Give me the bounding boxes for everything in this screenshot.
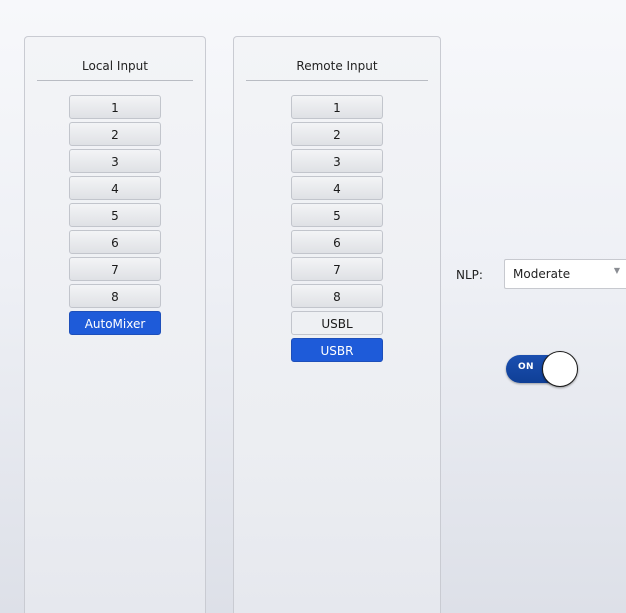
nlp-dropdown[interactable]: Moderate ▼ xyxy=(504,259,626,289)
toggle-state-label: ON xyxy=(518,362,534,372)
remote-input-button-8[interactable]: 8 xyxy=(291,284,383,308)
nlp-selected-value: Moderate xyxy=(513,267,571,281)
remote-input-divider xyxy=(246,80,428,81)
remote-input-button-usbr[interactable]: USBR xyxy=(291,338,383,362)
remote-input-button-2[interactable]: 2 xyxy=(291,122,383,146)
remote-input-button-list: 1 2 3 4 5 6 7 8 USBL USBR xyxy=(234,95,440,365)
local-input-button-5[interactable]: 5 xyxy=(69,203,161,227)
local-input-button-6[interactable]: 6 xyxy=(69,230,161,254)
chevron-down-icon: ▼ xyxy=(613,266,620,275)
remote-input-title: Remote Input xyxy=(296,59,378,73)
local-input-divider xyxy=(37,80,193,81)
local-input-button-1[interactable]: 1 xyxy=(69,95,161,119)
local-input-button-2[interactable]: 2 xyxy=(69,122,161,146)
remote-input-button-usbl[interactable]: USBL xyxy=(291,311,383,335)
local-input-panel: Local Input 1 2 3 4 5 6 7 8 AutoMixer xyxy=(24,36,206,613)
local-input-button-automixer[interactable]: AutoMixer xyxy=(69,311,161,335)
on-off-toggle[interactable]: ON xyxy=(502,351,580,387)
remote-input-button-4[interactable]: 4 xyxy=(291,176,383,200)
nlp-label: NLP: xyxy=(456,268,483,282)
local-input-button-4[interactable]: 4 xyxy=(69,176,161,200)
local-input-title: Local Input xyxy=(82,59,148,73)
remote-input-panel: Remote Input 1 2 3 4 5 6 7 8 USBL USBR xyxy=(233,36,441,613)
remote-input-button-6[interactable]: 6 xyxy=(291,230,383,254)
local-input-button-3[interactable]: 3 xyxy=(69,149,161,173)
remote-input-button-5[interactable]: 5 xyxy=(291,203,383,227)
local-input-button-8[interactable]: 8 xyxy=(69,284,161,308)
remote-input-button-1[interactable]: 1 xyxy=(291,95,383,119)
local-input-button-7[interactable]: 7 xyxy=(69,257,161,281)
remote-input-button-3[interactable]: 3 xyxy=(291,149,383,173)
toggle-knob xyxy=(542,351,578,387)
remote-input-button-7[interactable]: 7 xyxy=(291,257,383,281)
local-input-button-list: 1 2 3 4 5 6 7 8 AutoMixer xyxy=(25,95,205,338)
